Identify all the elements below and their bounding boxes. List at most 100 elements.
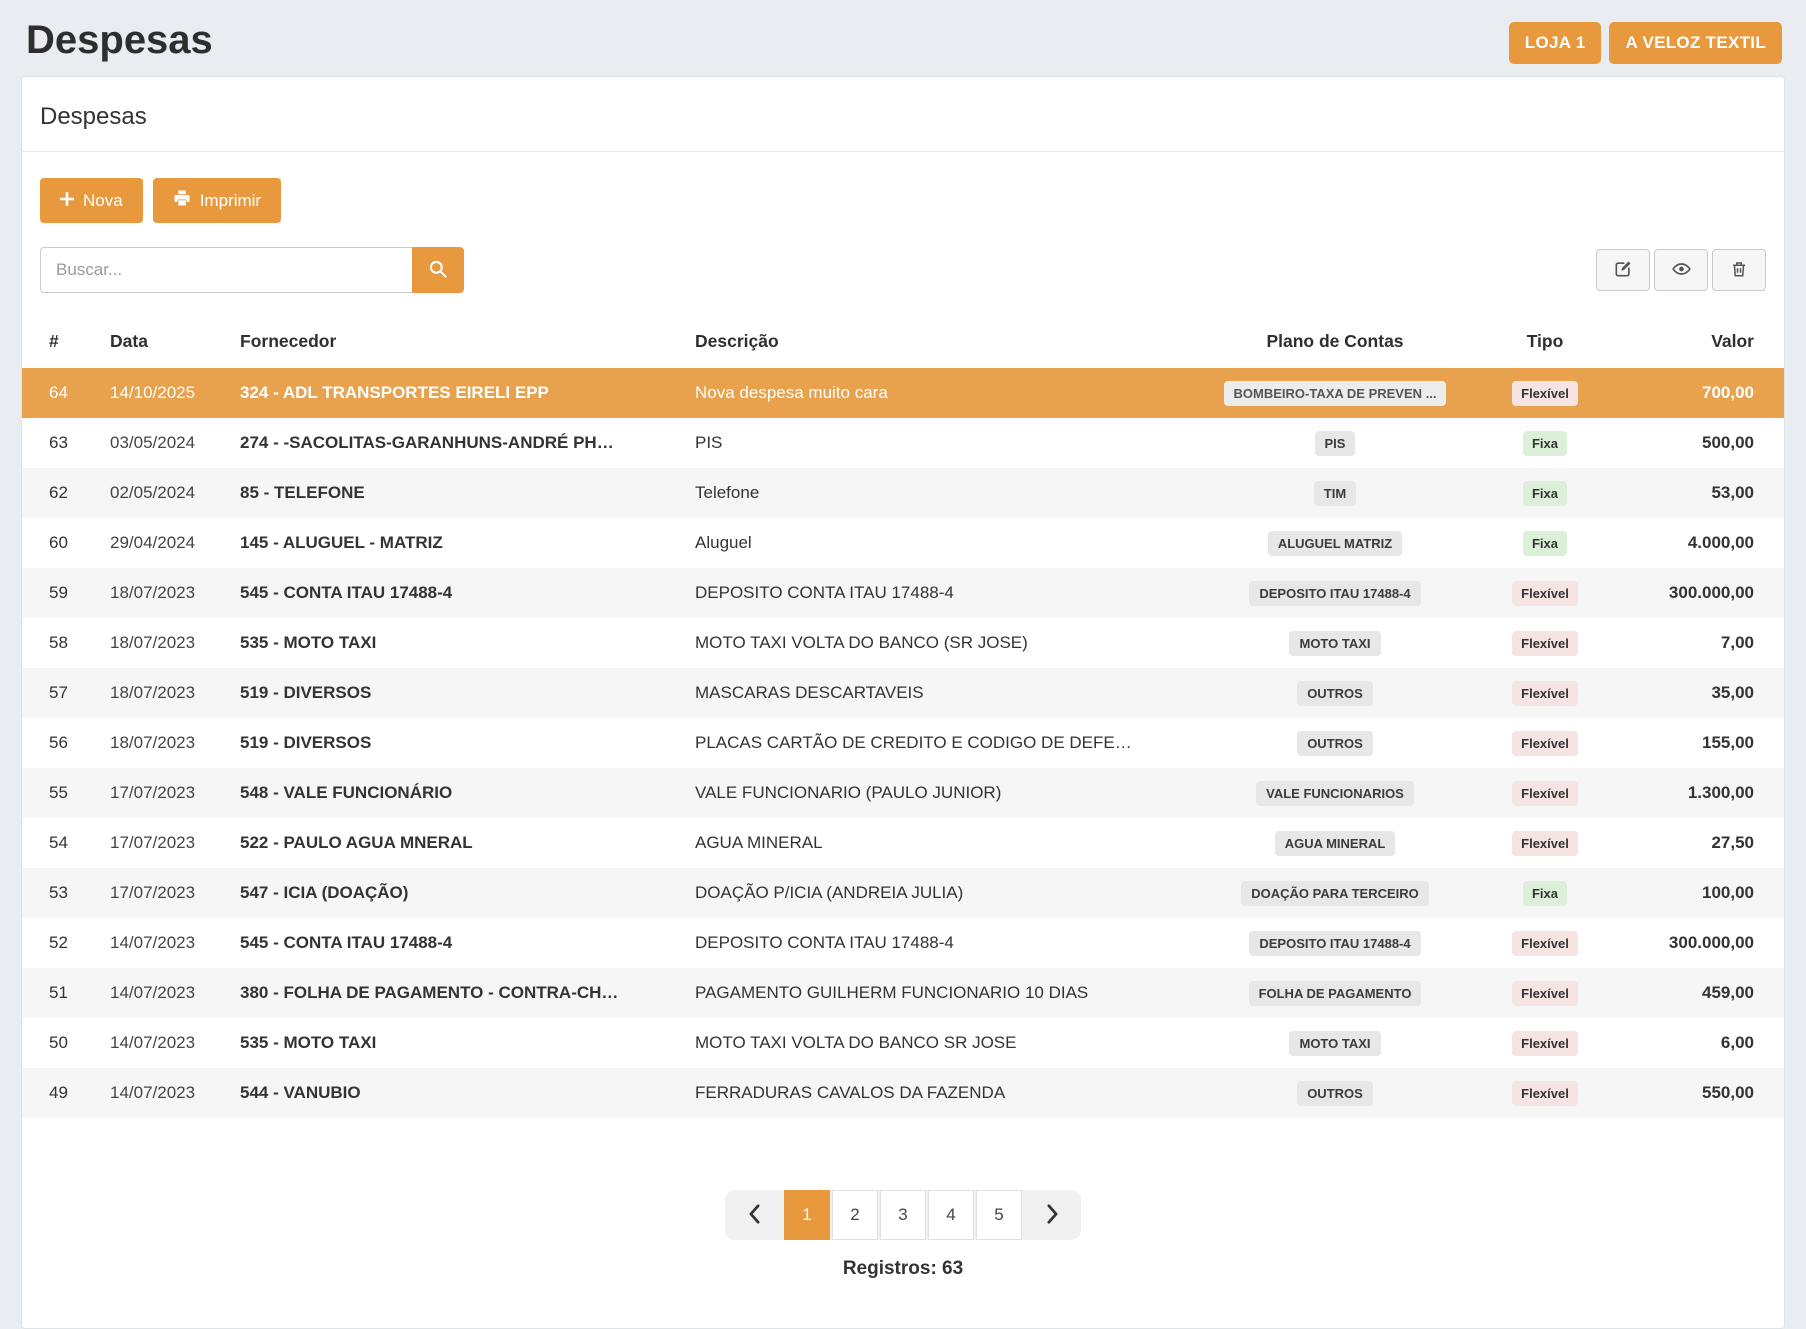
row-date: 17/07/2023 — [100, 768, 230, 818]
table-row[interactable]: 4914/07/2023544 - VANUBIOFERRADURAS CAVA… — [22, 1068, 1784, 1118]
table-row[interactable]: 5214/07/2023545 - CONTA ITAU 17488-4DEPO… — [22, 918, 1784, 968]
edit-icon — [1613, 259, 1633, 282]
table-row[interactable]: 6414/10/2025324 - ADL TRANSPORTES EIRELI… — [22, 368, 1784, 418]
col-header-fornecedor: Fornecedor — [230, 321, 685, 368]
row-value: 500,00 — [1610, 418, 1784, 468]
col-header-descricao: Descrição — [685, 321, 1190, 368]
row-supplier: 522 - PAULO AGUA MNERAL — [230, 818, 685, 868]
row-id: 49 — [22, 1068, 100, 1118]
row-supplier: 145 - ALUGUEL - MATRIZ — [230, 518, 685, 568]
plan-badge: AGUA MINERAL — [1275, 831, 1396, 856]
expenses-table: # Data Fornecedor Descrição Plano de Con… — [22, 321, 1784, 1118]
row-date: 18/07/2023 — [100, 668, 230, 718]
row-supplier: 544 - VANUBIO — [230, 1068, 685, 1118]
table-row[interactable]: 5114/07/2023380 - FOLHA DE PAGAMENTO - C… — [22, 968, 1784, 1018]
row-date: 14/07/2023 — [100, 1068, 230, 1118]
plan-badge: BOMBEIRO-TAXA DE PREVEN ... — [1224, 381, 1447, 406]
store-button-loja-1[interactable]: LOJA 1 — [1509, 22, 1602, 64]
table-row[interactable]: 5918/07/2023545 - CONTA ITAU 17488-4DEPO… — [22, 568, 1784, 618]
pagination-next-button[interactable] — [1023, 1190, 1081, 1240]
page-button-5[interactable]: 5 — [976, 1190, 1022, 1240]
plus-icon — [60, 191, 74, 211]
despesas-card: Despesas Nova Imprimir — [21, 76, 1785, 1329]
row-id: 54 — [22, 818, 100, 868]
search-input[interactable] — [40, 247, 412, 293]
row-value: 7,00 — [1610, 618, 1784, 668]
page-button-2[interactable]: 2 — [832, 1190, 878, 1240]
table-row[interactable]: 6202/05/202485 - TELEFONETelefoneTIMFixa… — [22, 468, 1784, 518]
table-row[interactable]: 5317/07/2023547 - ICIA (DOAÇÃO)DOAÇÃO P/… — [22, 868, 1784, 918]
type-badge: Flexível — [1512, 631, 1578, 656]
row-date: 18/07/2023 — [100, 718, 230, 768]
row-id: 63 — [22, 418, 100, 468]
type-badge: Flexível — [1512, 1031, 1578, 1056]
row-value: 300.000,00 — [1610, 568, 1784, 618]
row-supplier: 545 - CONTA ITAU 17488-4 — [230, 568, 685, 618]
plan-badge: MOTO TAXI — [1289, 631, 1380, 656]
page-button-1[interactable]: 1 — [784, 1190, 830, 1240]
view-button[interactable] — [1654, 249, 1708, 291]
row-supplier: 519 - DIVERSOS — [230, 668, 685, 718]
row-description: DEPOSITO CONTA ITAU 17488-4 — [685, 568, 1190, 618]
table-row[interactable]: 5618/07/2023519 - DIVERSOSPLACAS CARTÃO … — [22, 718, 1784, 768]
row-description: PLACAS CARTÃO DE CREDITO E CODIGO DE DEF… — [685, 718, 1190, 768]
row-date: 14/07/2023 — [100, 1018, 230, 1068]
col-header-plano-de-contas: Plano de Contas — [1190, 321, 1480, 368]
type-badge: Fixa — [1523, 431, 1567, 456]
row-description: Nova despesa muito cara — [685, 368, 1190, 418]
row-description: Aluguel — [685, 518, 1190, 568]
row-supplier: 519 - DIVERSOS — [230, 718, 685, 768]
table-row[interactable]: 5718/07/2023519 - DIVERSOSMASCARAS DESCA… — [22, 668, 1784, 718]
row-description: MOTO TAXI VOLTA DO BANCO SR JOSE — [685, 1018, 1190, 1068]
row-date: 17/07/2023 — [100, 868, 230, 918]
row-date: 17/07/2023 — [100, 818, 230, 868]
row-id: 50 — [22, 1018, 100, 1068]
row-value: 300.000,00 — [1610, 918, 1784, 968]
row-description: DEPOSITO CONTA ITAU 17488-4 — [685, 918, 1190, 968]
row-date: 14/07/2023 — [100, 918, 230, 968]
imprimir-button-label: Imprimir — [200, 191, 261, 211]
row-id: 53 — [22, 868, 100, 918]
plan-badge: DOAÇÃO PARA TERCEIRO — [1241, 881, 1429, 906]
row-value: 550,00 — [1610, 1068, 1784, 1118]
row-id: 51 — [22, 968, 100, 1018]
table-row[interactable]: 6303/05/2024274 - -SACOLITAS-GARANHUNS-A… — [22, 418, 1784, 468]
type-badge: Flexível — [1512, 581, 1578, 606]
table-row[interactable]: 5014/07/2023535 - MOTO TAXIMOTO TAXI VOL… — [22, 1018, 1784, 1068]
page-button-3[interactable]: 3 — [880, 1190, 926, 1240]
store-button-a-veloz-textil[interactable]: A VELOZ TEXTIL — [1609, 22, 1782, 64]
search-button[interactable] — [412, 247, 464, 293]
plan-badge: TIM — [1314, 481, 1356, 506]
edit-button[interactable] — [1596, 249, 1650, 291]
plan-badge: VALE FUNCIONARIOS — [1256, 781, 1414, 806]
table-row[interactable]: 6029/04/2024145 - ALUGUEL - MATRIZAlugue… — [22, 518, 1784, 568]
plan-badge: FOLHA DE PAGAMENTO — [1249, 981, 1422, 1006]
table-row[interactable]: 5517/07/2023548 - VALE FUNCIONÁRIOVALE F… — [22, 768, 1784, 818]
nova-button[interactable]: Nova — [40, 178, 143, 223]
table-row[interactable]: 5417/07/2023522 - PAULO AGUA MNERAL AGUA … — [22, 818, 1784, 868]
col-header-valor: Valor — [1610, 321, 1784, 368]
table-header-row: # Data Fornecedor Descrição Plano de Con… — [22, 321, 1784, 368]
row-date: 14/10/2025 — [100, 368, 230, 418]
row-supplier: 535 - MOTO TAXI — [230, 1018, 685, 1068]
row-date: 18/07/2023 — [100, 568, 230, 618]
page-title: Despesas — [26, 16, 213, 64]
row-supplier: 274 - -SACOLITAS-GARANHUNS-ANDRÉ PH… — [230, 418, 685, 468]
row-value: 35,00 — [1610, 668, 1784, 718]
row-description: PAGAMENTO GUILHERM FUNCIONARIO 10 DIAS — [685, 968, 1190, 1018]
plan-badge: OUTROS — [1297, 1081, 1373, 1106]
imprimir-button[interactable]: Imprimir — [153, 178, 281, 223]
table-row[interactable]: 5818/07/2023535 - MOTO TAXIMOTO TAXI VOL… — [22, 618, 1784, 668]
delete-button[interactable] — [1712, 249, 1766, 291]
plan-badge: PIS — [1315, 431, 1356, 456]
row-date: 03/05/2024 — [100, 418, 230, 468]
row-value: 4.000,00 — [1610, 518, 1784, 568]
page-button-4[interactable]: 4 — [928, 1190, 974, 1240]
pagination-prev-button[interactable] — [725, 1190, 783, 1240]
row-description: PIS — [685, 418, 1190, 468]
eye-icon — [1671, 259, 1692, 282]
row-id: 56 — [22, 718, 100, 768]
row-supplier: 548 - VALE FUNCIONÁRIO — [230, 768, 685, 818]
row-supplier: 547 - ICIA (DOAÇÃO) — [230, 868, 685, 918]
row-id: 60 — [22, 518, 100, 568]
